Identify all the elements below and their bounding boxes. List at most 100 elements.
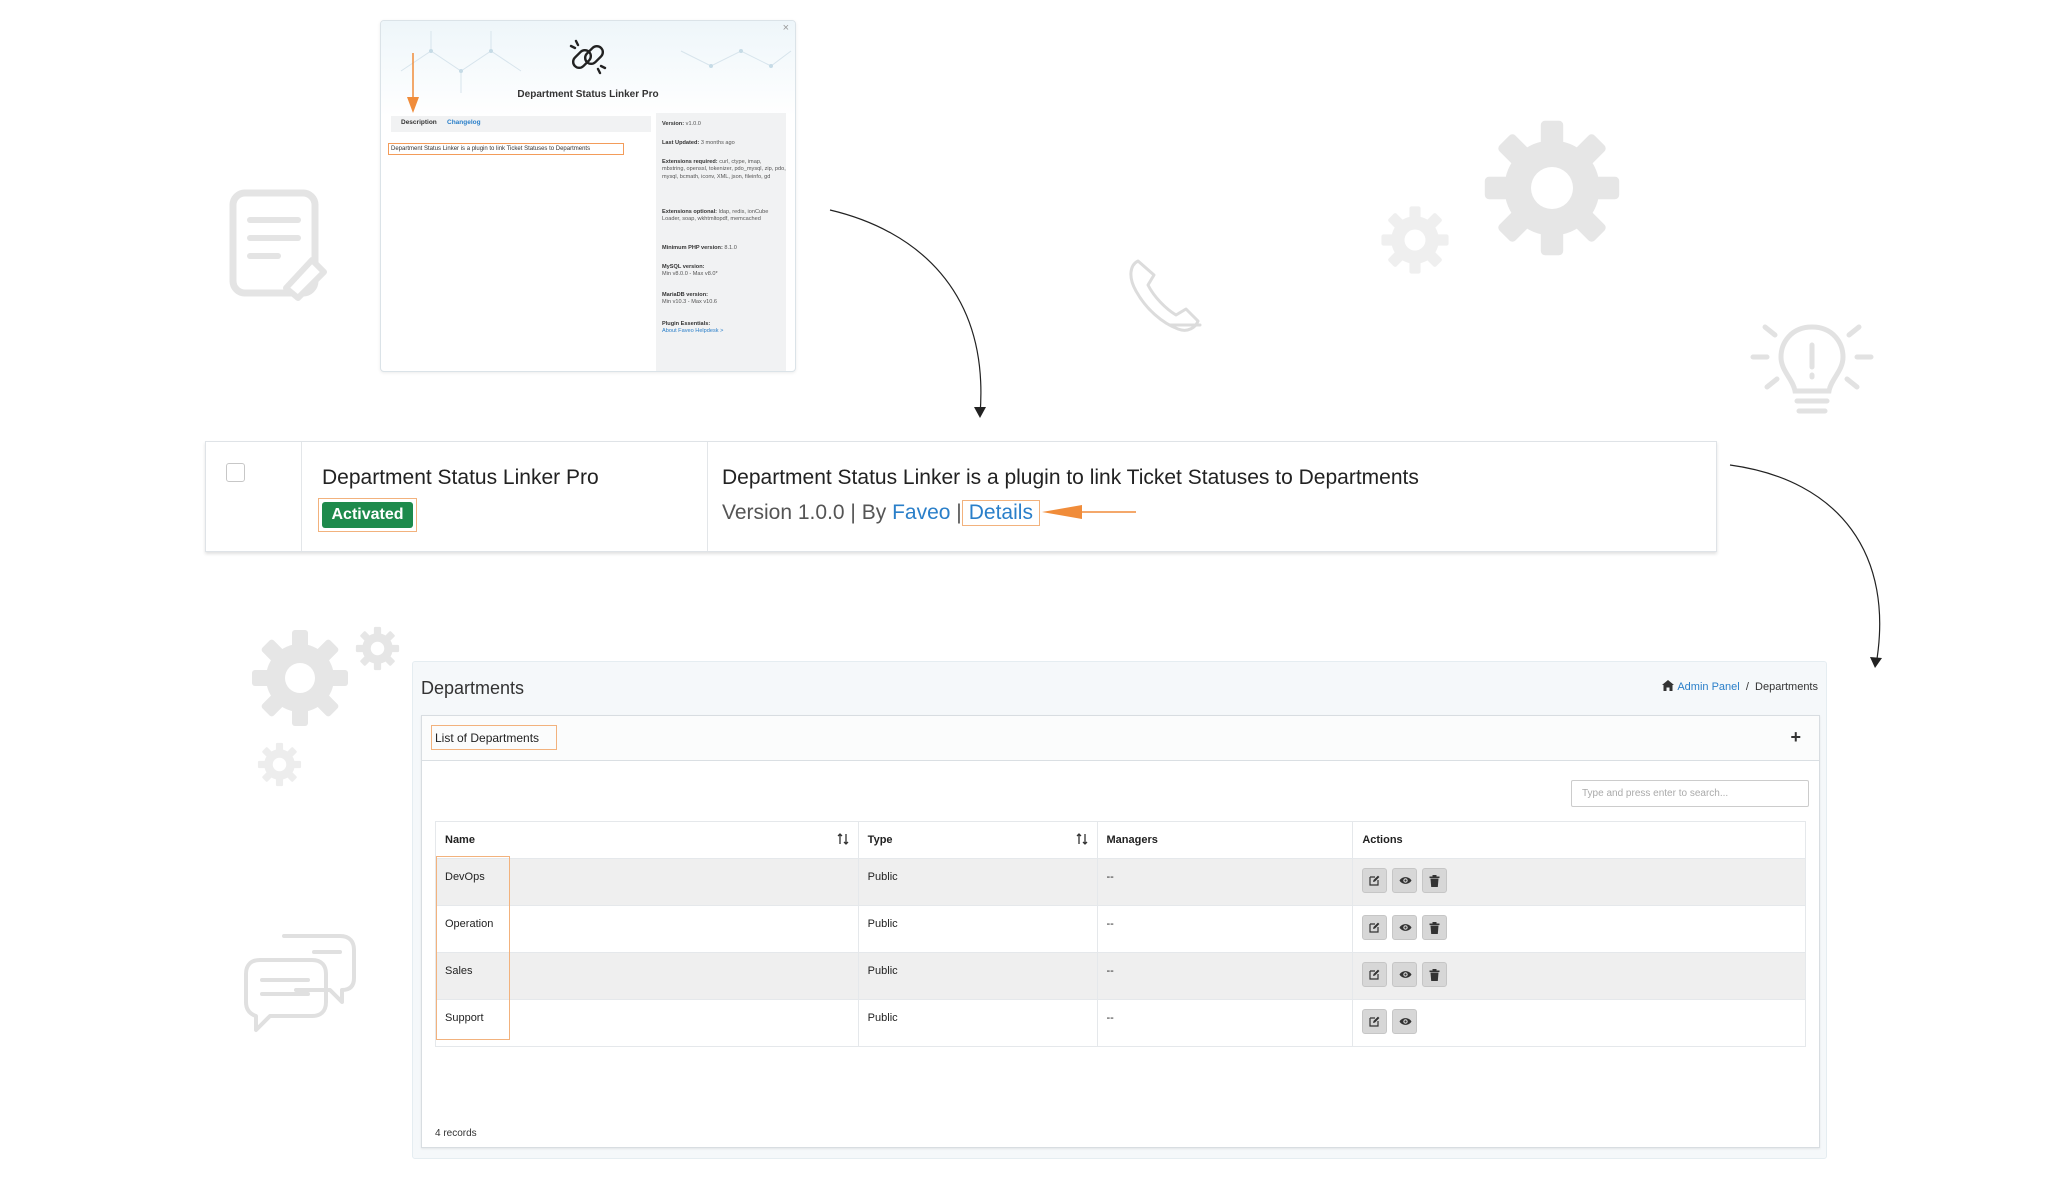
eye-icon [1399, 1018, 1412, 1025]
eye-icon [1399, 924, 1412, 931]
records-count: 4 records [435, 1128, 477, 1139]
view-button[interactable] [1392, 1009, 1418, 1034]
sort-icon[interactable] [1076, 833, 1088, 845]
edit-icon [1369, 969, 1380, 980]
delete-button[interactable] [1422, 962, 1448, 987]
cell-actions [1352, 905, 1806, 953]
cell-managers: -- [1096, 952, 1354, 1000]
column-header-managers: Managers [1096, 821, 1354, 859]
edit-icon [1369, 875, 1380, 886]
modal-close-button[interactable]: × [783, 22, 789, 34]
req-mysql: MySQL version: Min v8.0.0 - Max v8.0* [662, 264, 718, 278]
plugin-name-cell: Department Status Linker Pro Activated [302, 442, 708, 551]
plugin-details-modal: × Department Status Linker Pro Descripti… [380, 20, 796, 372]
req-extensions-required: Extensions required: curl, ctype, imap, … [662, 159, 786, 180]
trash-icon [1429, 875, 1440, 887]
req-mariadb: MariaDB version: Min v10.3 - Max v10.6 [662, 292, 718, 306]
table-row: Operation Public -- [435, 905, 1806, 953]
plugin-name: Department Status Linker Pro [322, 466, 599, 489]
about-faveo-link[interactable]: About Faveo Helpdesk > [662, 328, 723, 334]
breadcrumb: Admin Panel / Departments [1662, 680, 1818, 693]
orange-left-arrow-icon [1042, 505, 1136, 519]
modal-tabs: Description Changelog [391, 116, 651, 132]
trash-icon [1429, 969, 1440, 981]
tab-description[interactable]: Description [401, 119, 437, 126]
add-department-button[interactable]: + [1790, 728, 1801, 746]
gears-cluster-icon [252, 626, 400, 787]
edit-button[interactable] [1362, 868, 1388, 893]
card-title: List of Departments [431, 725, 557, 750]
trash-icon [1429, 922, 1440, 934]
cell-name: Support [435, 999, 859, 1047]
table-row: Support Public -- [435, 999, 1806, 1047]
table-header-row: Name Type Managers Actions [435, 821, 1806, 859]
cell-name: Operation [435, 905, 859, 953]
departments-page: Departments Admin Panel / Departments Li… [412, 661, 1827, 1159]
req-essentials: Plugin Essentials: About Faveo Helpdesk > [662, 321, 724, 335]
sort-icon[interactable] [837, 833, 849, 845]
edit-button[interactable] [1362, 915, 1388, 940]
cell-name: DevOps [435, 858, 859, 906]
cell-actions [1352, 999, 1806, 1047]
document-edit-icon [229, 189, 327, 301]
cell-name: Sales [435, 952, 859, 1000]
departments-card: List of Departments + Name Type Managers… [421, 715, 1820, 1148]
gear-small-icon [1381, 206, 1449, 274]
plugin-select-cell [206, 442, 302, 551]
gear-large-icon [1484, 120, 1620, 256]
breadcrumb-separator: / [1745, 681, 1749, 693]
cell-managers: -- [1096, 858, 1354, 906]
delete-button[interactable] [1422, 868, 1448, 893]
table-row: Sales Public -- [435, 952, 1806, 1000]
author-link[interactable]: Faveo [892, 501, 950, 524]
cell-managers: -- [1096, 999, 1354, 1047]
column-header-actions: Actions [1352, 821, 1806, 859]
edit-button[interactable] [1362, 962, 1388, 987]
cell-actions [1352, 858, 1806, 906]
column-header-type[interactable]: Type [857, 821, 1098, 859]
search-input[interactable] [1571, 780, 1809, 807]
cell-type: Public [857, 999, 1098, 1047]
plugin-checkbox[interactable] [226, 463, 245, 482]
plugin-version: Version 1.0.0 | By [722, 501, 893, 524]
cell-managers: -- [1096, 905, 1354, 953]
tab-changelog[interactable]: Changelog [447, 119, 481, 126]
plugin-description: Department Status Linker is a plugin to … [722, 466, 1419, 489]
req-php: Minimum PHP version: 8.1.0 [662, 245, 737, 251]
chat-bubbles-icon [244, 934, 356, 1032]
req-version: Version: v1.0.0 [662, 121, 701, 127]
phone-icon [1129, 259, 1202, 332]
link-icon [569, 39, 607, 75]
connector-arrow-1 [829, 209, 986, 418]
connector-arrow-2 [1729, 464, 1882, 668]
column-header-name[interactable]: Name [435, 821, 859, 859]
view-button[interactable] [1392, 868, 1418, 893]
cell-type: Public [857, 952, 1098, 1000]
card-header: List of Departments + [422, 716, 1819, 761]
breadcrumb-admin-panel[interactable]: Admin Panel [1677, 681, 1739, 693]
table-row: DevOps Public -- [435, 858, 1806, 906]
cell-type: Public [857, 858, 1098, 906]
breadcrumb-current: Departments [1755, 681, 1818, 693]
modal-title: Department Status Linker Pro [517, 89, 659, 100]
modal-header: × Department Status Linker Pro [381, 21, 795, 116]
departments-table: Name Type Managers Actions DevOps Public… [435, 821, 1806, 1047]
view-button[interactable] [1392, 915, 1418, 940]
lightbulb-icon [1750, 324, 1874, 414]
edit-icon [1369, 1016, 1380, 1027]
edit-button[interactable] [1362, 1009, 1388, 1034]
view-button[interactable] [1392, 962, 1418, 987]
req-updated: Last Updated: 3 months ago [662, 140, 735, 146]
modal-requirements-panel: Version: v1.0.0 Last Updated: 3 months a… [656, 113, 786, 371]
status-badge: Activated [322, 502, 413, 528]
details-link[interactable]: Details [961, 500, 1040, 526]
eye-icon [1399, 877, 1412, 884]
req-extensions-optional: Extensions optional: ldap, redis, ionCub… [662, 209, 769, 223]
delete-button[interactable] [1422, 915, 1448, 940]
orange-down-arrow-icon [407, 53, 419, 113]
cell-type: Public [857, 905, 1098, 953]
eye-icon [1399, 971, 1412, 978]
page-title: Departments [421, 678, 525, 698]
status-highlight: Activated [318, 498, 417, 532]
plugin-list-row: Department Status Linker Pro Activated D… [205, 441, 1717, 552]
